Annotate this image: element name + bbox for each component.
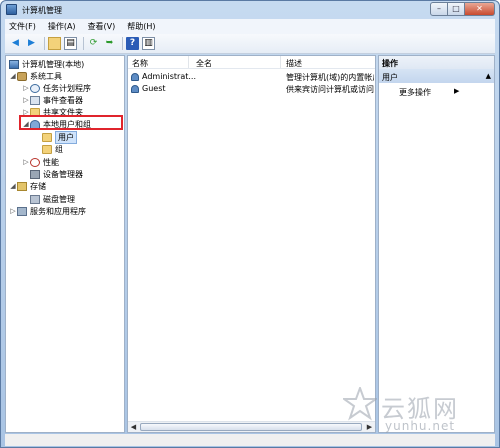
show-pane-icon[interactable]: ▥ [142, 37, 155, 50]
cell-name: Administrat... [142, 72, 196, 81]
tree-item-event-viewer[interactable]: ▷ 事件查看器 [22, 94, 83, 106]
more-actions-link[interactable]: 更多操作 ▶ [399, 87, 459, 98]
computer-management-icon [6, 4, 17, 15]
tree-label: 事件查看器 [43, 95, 83, 105]
disk-icon [30, 194, 40, 204]
more-actions-label: 更多操作 [399, 88, 431, 97]
device-manager-icon [30, 169, 40, 179]
tree-label: 性能 [43, 157, 59, 167]
window-controls: – □ ✕ [430, 2, 495, 16]
user-icon [131, 85, 139, 93]
users-list-pane: 名称 全名 描述 Administrat... 管理计算机(域)的内置帐户 Gu… [127, 55, 376, 433]
collapse-arrow-icon[interactable]: ◢ [9, 182, 17, 190]
watermark-url: yunhu.net [385, 419, 456, 433]
list-header: 名称 全名 描述 [128, 56, 375, 69]
tree-label: 系统工具 [30, 71, 62, 81]
actions-header: 操作 [379, 56, 494, 69]
tree-item-performance[interactable]: ▷ 性能 [22, 156, 59, 168]
minimize-button[interactable]: – [430, 2, 448, 16]
menu-help[interactable]: 帮助(H) [127, 21, 155, 32]
expand-arrow-icon[interactable]: ▷ [22, 96, 30, 104]
tree-label: 组 [55, 144, 63, 154]
tree-item-system-tools[interactable]: ◢ 系统工具 [9, 70, 62, 82]
tree-label: 磁盘管理 [43, 194, 75, 204]
collapse-up-icon[interactable]: ▲ [486, 72, 491, 80]
column-fullname[interactable]: 全名 [196, 58, 212, 69]
back-arrow-icon[interactable]: ◀ [9, 37, 22, 50]
column-description[interactable]: 描述 [286, 58, 302, 69]
console-tree-icon[interactable]: ▤ [64, 37, 77, 50]
tree-label: 任务计划程序 [43, 83, 91, 93]
list-row-guest[interactable]: Guest 供来宾访问计算机或访问域 [128, 83, 375, 95]
tree-item-root[interactable]: 计算机管理(本地) [9, 58, 84, 70]
console-tree: 计算机管理(本地) ◢ 系统工具 ▷ 任务计划程序 ▷ 事件查看器 ▷ 共享文件… [5, 55, 125, 433]
expand-arrow-icon[interactable]: ▷ [22, 84, 30, 92]
cell-name: Guest [142, 84, 166, 93]
tree-item-device-manager[interactable]: 设备管理器 [30, 168, 83, 180]
folder-up-icon[interactable] [48, 37, 61, 50]
folder-icon [42, 132, 52, 142]
computer-management-window: 计算机管理 – □ ✕ 文件(F) 操作(A) 查看(V) 帮助(H) ◀ ▶ … [0, 0, 500, 448]
menu-action[interactable]: 操作(A) [48, 21, 76, 32]
tree-label: 服务和应用程序 [30, 206, 86, 216]
close-button[interactable]: ✕ [465, 2, 495, 16]
tree-item-task-scheduler[interactable]: ▷ 任务计划程序 [22, 82, 91, 94]
tree-label: 设备管理器 [43, 169, 83, 179]
title-bar[interactable]: 计算机管理 – □ ✕ [1, 1, 499, 19]
tree-item-storage[interactable]: ◢ 存储 [9, 180, 46, 192]
help-icon[interactable]: ? [126, 37, 139, 50]
forward-arrow-icon[interactable]: ▶ [25, 37, 38, 50]
tree-label: 存储 [30, 181, 46, 191]
expand-arrow-icon[interactable]: ▷ [9, 207, 17, 215]
scroll-left-icon[interactable]: ◀ [128, 422, 139, 432]
column-name[interactable]: 名称 [132, 58, 148, 69]
menu-bar: 文件(F) 操作(A) 查看(V) 帮助(H) [5, 19, 495, 34]
user-icon [131, 73, 139, 81]
cell-description: 管理计算机(域)的内置帐户 [286, 73, 374, 82]
menu-view[interactable]: 查看(V) [88, 21, 116, 32]
event-viewer-icon [30, 95, 40, 105]
actions-pane: 操作 用户 ▲ 更多操作 ▶ [378, 55, 495, 433]
menu-file[interactable]: 文件(F) [9, 21, 36, 32]
expand-arrow-icon[interactable]: ▷ [22, 158, 30, 166]
highlight-box [19, 115, 123, 130]
tree-item-users[interactable]: 用户 [42, 130, 77, 144]
watermark-star-icon [343, 387, 377, 421]
horizontal-scrollbar[interactable]: ◀ ▶ [128, 421, 375, 432]
folder-icon [42, 144, 52, 154]
tree-label: 计算机管理(本地) [22, 59, 85, 69]
actions-section-users[interactable]: 用户 ▲ [379, 69, 494, 83]
scroll-thumb[interactable] [140, 423, 362, 431]
list-row-administrator[interactable]: Administrat... 管理计算机(域)的内置帐户 [128, 71, 375, 83]
tools-icon [17, 71, 27, 81]
computer-icon [9, 59, 19, 69]
window-title: 计算机管理 [22, 6, 62, 15]
clock-icon [30, 83, 40, 93]
storage-icon [17, 181, 27, 191]
tree-item-disk-management[interactable]: 磁盘管理 [30, 193, 75, 205]
column-divider[interactable] [280, 56, 281, 68]
tree-item-services-apps[interactable]: ▷ 服务和应用程序 [9, 205, 86, 217]
tree-item-groups[interactable]: 组 [42, 143, 63, 155]
toolbar-separator [44, 37, 45, 50]
toolbar: ◀ ▶ ▤ ⟳ ➥ ? ▥ [5, 34, 495, 54]
watermark: 云狐网 yunhu.net [343, 387, 493, 437]
performance-icon [30, 157, 40, 167]
export-icon[interactable]: ➥ [103, 37, 116, 50]
cell-description: 供来宾访问计算机或访问域 [286, 85, 374, 94]
collapse-arrow-icon[interactable]: ◢ [9, 72, 17, 80]
maximize-button[interactable]: □ [448, 2, 465, 16]
actions-section-label: 用户 [382, 73, 398, 82]
chevron-right-icon: ▶ [454, 87, 460, 95]
tree-label-selected: 用户 [55, 130, 77, 144]
services-icon [17, 206, 27, 216]
toolbar-separator [83, 37, 84, 50]
toolbar-separator [122, 37, 123, 50]
refresh-icon[interactable]: ⟳ [87, 37, 100, 50]
column-divider[interactable] [188, 56, 189, 68]
